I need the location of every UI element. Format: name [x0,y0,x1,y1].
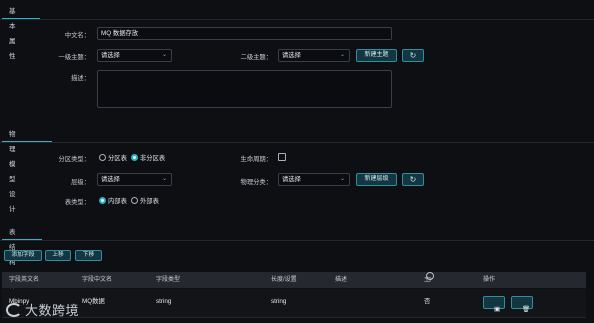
tab-table-structure[interactable]: 表结构设计 [4,225,21,296]
chevron-down-icon: ⌄ [339,52,345,58]
watermark-logo-icon [6,302,22,317]
partition-table-radio[interactable]: 分区表 [99,153,127,162]
column-header: 字段类型 [156,277,181,283]
new-layer-button[interactable]: 新建层级 [356,173,397,186]
help-circle-icon[interactable]: ? [426,272,434,284]
radio-icon [99,154,106,161]
watermark-text: 大数跨境 [25,304,80,319]
refresh-icon: ↻ [409,175,417,184]
external-table-radio[interactable]: 外部表 [131,196,159,205]
tab-basic-properties[interactable]: 基本属性 [4,4,21,60]
physical-category-label: 物理分类： [240,179,272,186]
move-up-button[interactable]: 上移 [45,250,71,261]
layer-label: 层级： [71,179,90,186]
table-header: 字段英文名 字段中文名 字段类型 长度/设置 描述 主键? 操作 [2,272,586,299]
section-divider [0,142,594,143]
refresh-theme-button[interactable]: ↻ [402,49,424,62]
chinese-name-label: 中文名： [64,32,90,39]
layer-select[interactable]: 请选择 ⌄ [97,173,172,186]
chevron-down-icon: ⌄ [339,176,345,182]
save-icon: ▣ [494,306,500,313]
radio-icon [131,197,138,204]
level2-theme-select[interactable]: 请选择 ⌄ [278,49,350,62]
refresh-icon: ↻ [409,51,417,60]
non-partition-table-radio[interactable]: 非分区表 [131,153,165,162]
cell-length: string [271,298,287,305]
add-field-button[interactable]: 添加字段 [4,250,42,261]
section-divider [0,240,594,241]
physical-category-select[interactable]: 请选择 ⌄ [278,173,350,186]
new-theme-button[interactable]: 新建主题 [356,49,397,62]
table-type-label: 表类型： [64,199,90,206]
table-row: Mbinpy MQ数据 string string 否 ▣ 🗑 [2,289,586,318]
tab-physical-model[interactable]: 物理模型设计 [4,127,21,213]
internal-table-radio[interactable]: 内部表 [99,196,127,205]
chinese-name-input[interactable]: MQ 数据存放 [97,27,392,40]
level2-theme-label: 二级主题： [240,54,272,61]
column-header: 操作 [483,277,496,283]
level1-theme-label: 一级主题： [58,54,90,61]
external-table-label: 外部表 [140,198,159,205]
partition-table-label: 分区表 [108,155,127,162]
cell-primary-key: 否 [424,298,431,305]
column-header: 字段中文名 [82,277,113,283]
partition-type-label: 分区类型： [58,156,90,163]
internal-table-label: 内部表 [108,198,127,205]
delete-row-button[interactable]: 🗑 [511,296,533,313]
level1-theme-value: 请选择 [101,52,120,59]
column-header: 长度/设置 [271,277,297,283]
column-header: 字段英文名 [9,277,40,283]
cell-cn-name: MQ数据 [82,298,105,305]
watermark: 大数跨境 [6,300,79,319]
chevron-down-icon: ⌄ [161,176,167,182]
layer-value: 请选择 [101,176,120,183]
save-row-button[interactable]: ▣ [483,296,505,313]
radio-checked-icon [131,154,138,161]
physical-category-value: 请选择 [282,176,301,183]
level1-theme-select[interactable]: 请选择 ⌄ [97,49,172,62]
radio-checked-icon [99,197,106,204]
trash-icon: 🗑 [522,306,530,313]
non-partition-table-label: 非分区表 [140,155,166,162]
move-down-button[interactable]: 下移 [75,250,102,261]
cell-type: string [156,298,172,305]
section-divider [0,19,594,20]
column-header: 描述 [335,277,348,283]
description-label: 描述： [71,75,90,82]
level2-theme-value: 请选择 [282,52,301,59]
description-textarea[interactable] [97,70,392,108]
lifecycle-checkbox[interactable] [278,153,286,161]
refresh-category-button[interactable]: ↻ [402,173,424,186]
lifecycle-label: 生命周期： [240,156,272,163]
chevron-down-icon: ⌄ [161,52,167,58]
